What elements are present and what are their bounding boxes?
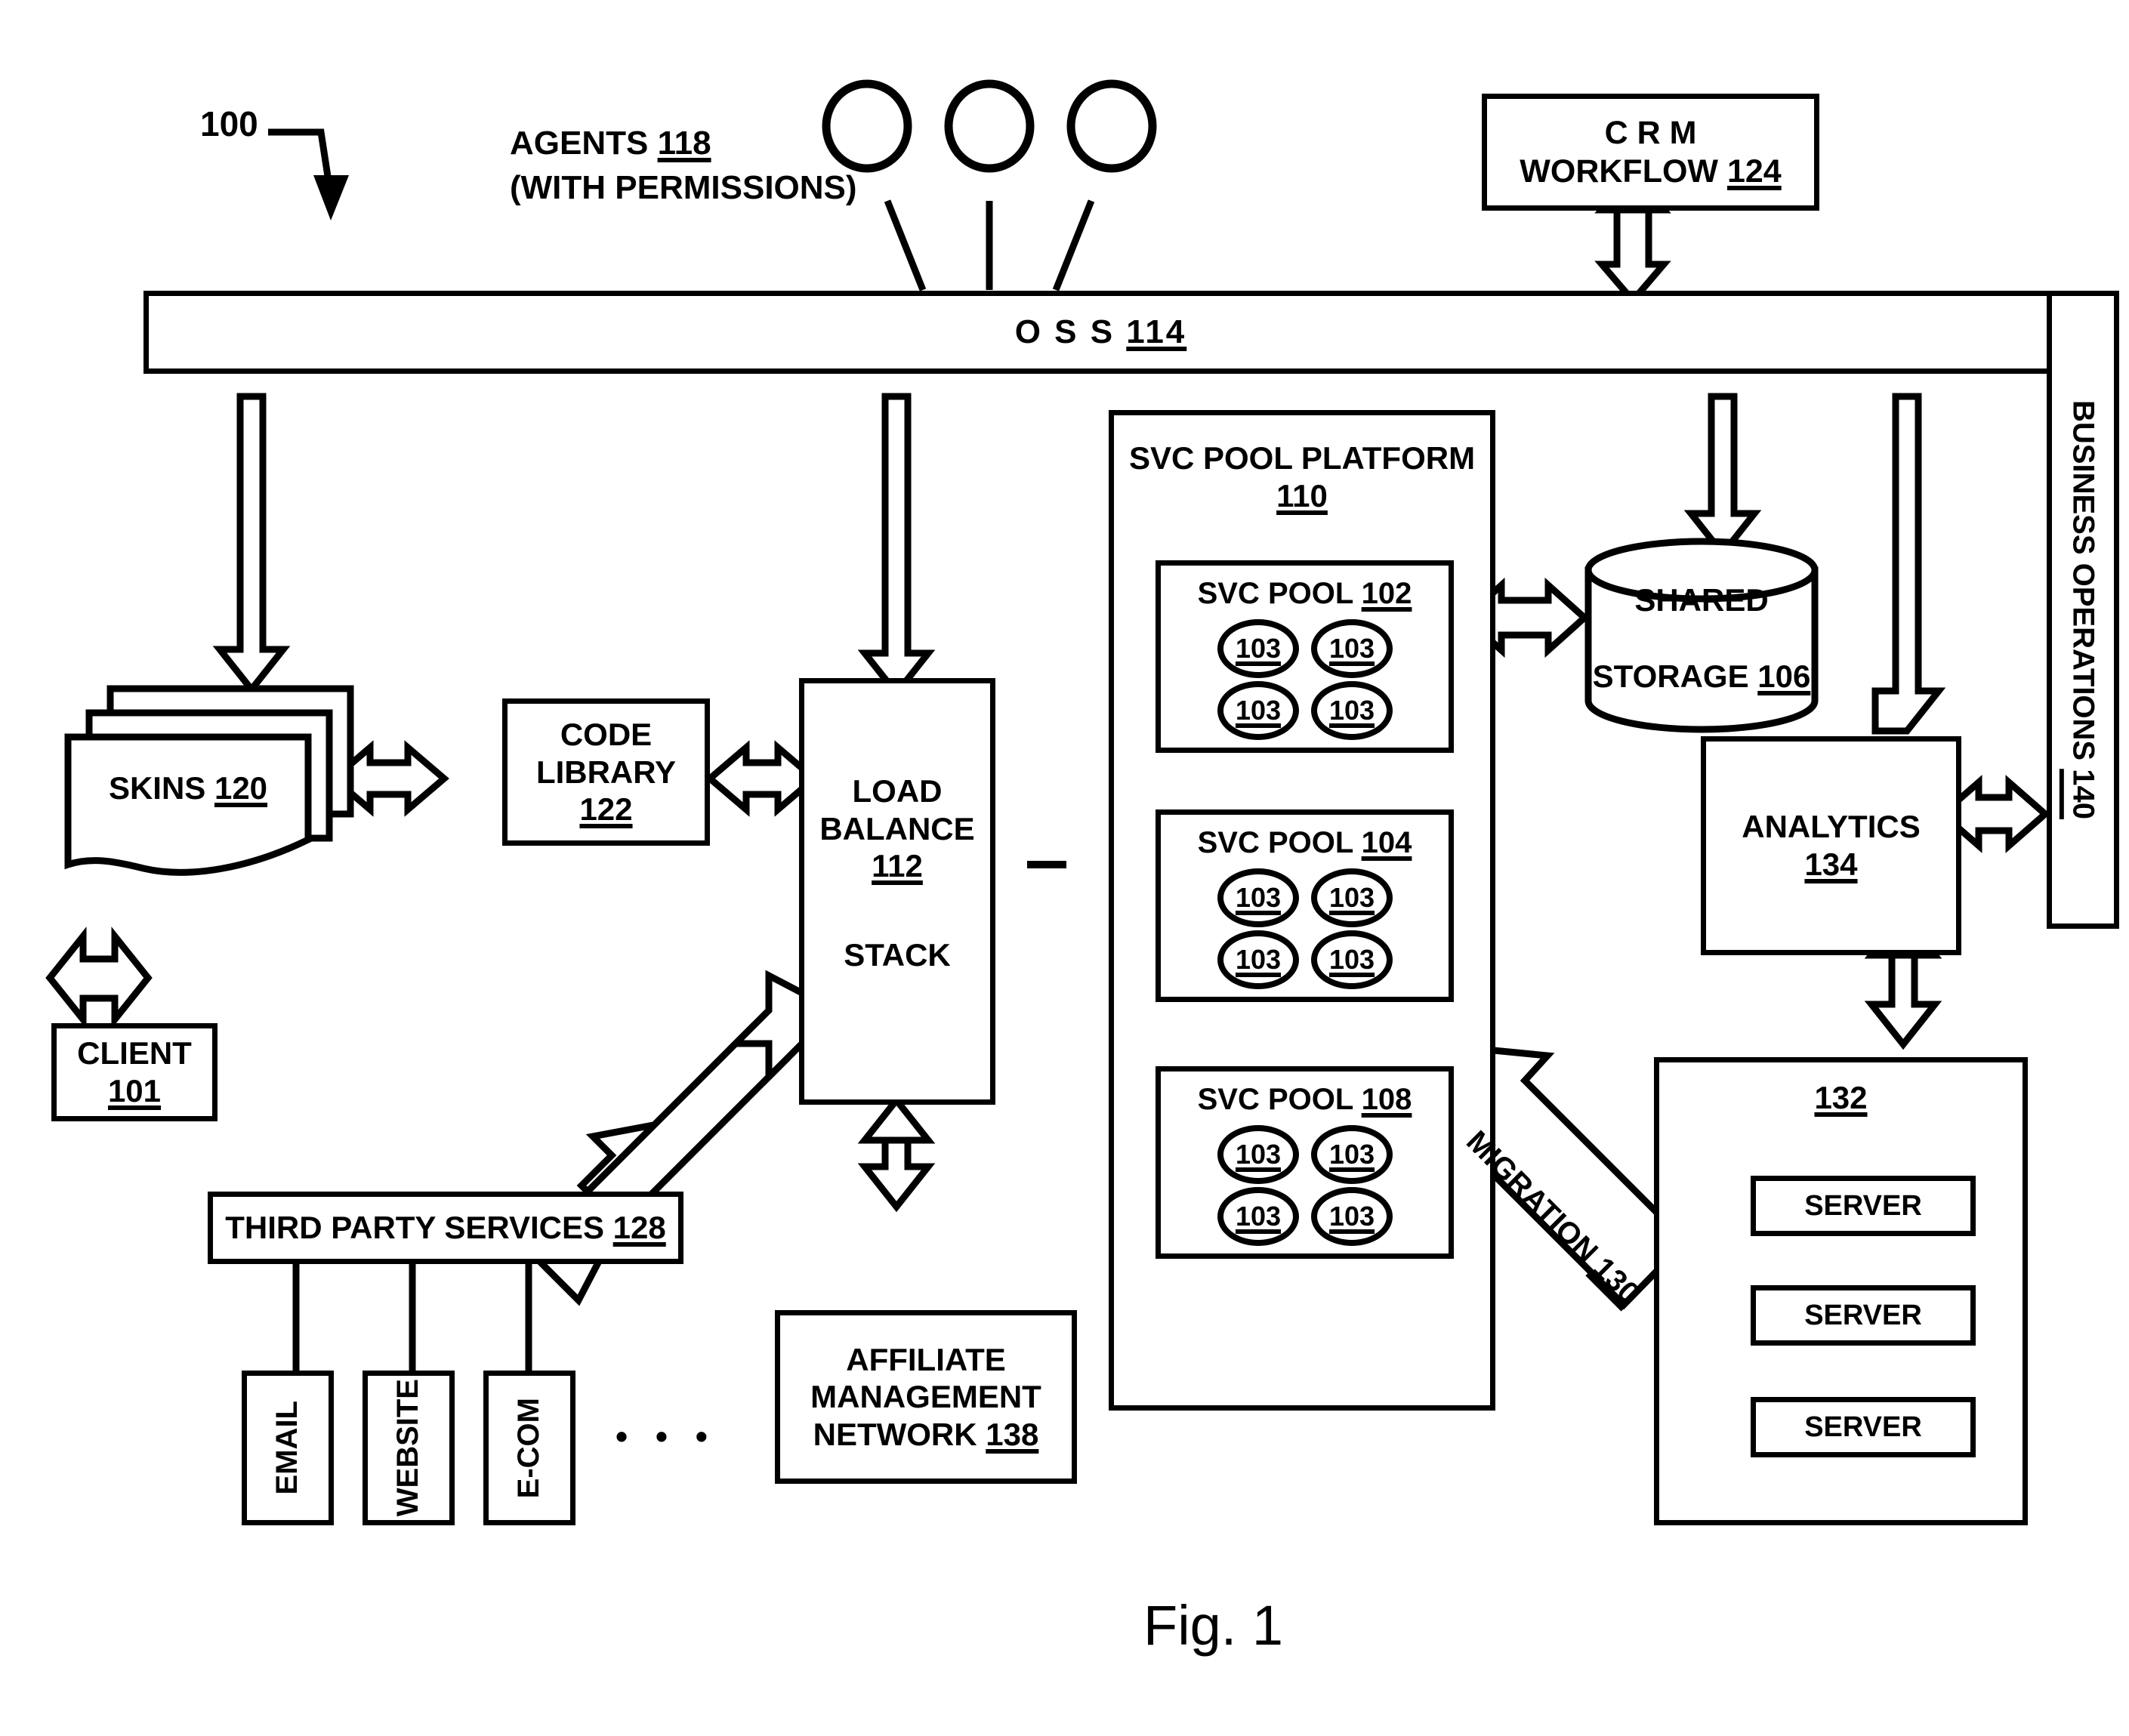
oss-label: O S S 114 [1014, 313, 1187, 351]
agent-circle-3 [1066, 79, 1157, 173]
arrow-oss-to-analytics [1871, 393, 1946, 735]
load-balance-line1: LOAD [852, 773, 943, 809]
code-library-line1: CODE [560, 717, 653, 753]
svc-pool-102-nodes: 103 103 103 103 [1217, 619, 1399, 740]
crm-workflow-line1: C R M [1604, 114, 1697, 151]
analytics-label: ANALYTICS [1742, 809, 1921, 845]
server-label: SERVER [1804, 1189, 1922, 1222]
crm-workflow-line2: WORKFLOW 124 [1520, 153, 1782, 190]
ref-100-arrowhead [313, 175, 349, 220]
svc-node-103[interactable]: 103 [1311, 868, 1393, 927]
patent-figure-1: 100 AGENTS 118 (WITH PERMISSIONS) C R M … [0, 0, 2129, 1736]
shared-storage-label-wrap[interactable]: SHARED STORAGE 106 [1588, 581, 1815, 695]
skins-label: SKINS 120 [108, 770, 268, 806]
svc-node-103[interactable]: 103 [1311, 1187, 1393, 1246]
svc-pool-platform-ref: 110 [1276, 477, 1328, 513]
client-box[interactable]: CLIENT 101 [51, 1023, 218, 1121]
affiliate-line2: MANAGEMENT [810, 1379, 1041, 1415]
load-balance-box[interactable]: LOAD BALANCE 112 STACK [799, 678, 995, 1105]
svc-node-103[interactable]: 103 [1311, 930, 1393, 989]
third-party-label: THIRD PARTY SERVICES 128 [225, 1210, 666, 1246]
affiliate-line1: AFFILIATE [846, 1341, 1006, 1377]
business-operations-box[interactable]: BUSINESS OPERATIONS 140 [2047, 291, 2119, 929]
server-label: SERVER [1804, 1299, 1922, 1331]
code-library-line2: LIBRARY [535, 754, 677, 790]
code-library-box[interactable]: CODE LIBRARY 122 [502, 698, 710, 846]
svc-node-103[interactable]: 103 [1311, 619, 1393, 678]
load-balance-stack: STACK [844, 936, 951, 973]
agents-label: AGENTS 118 (WITH PERMISSIONS) [510, 121, 857, 211]
figure-caption: Fig. 1 [1143, 1594, 1284, 1657]
server-box-2[interactable]: SERVER [1751, 1285, 1976, 1346]
code-library-ref: 122 [579, 791, 633, 828]
svc-node-103[interactable]: 103 [1311, 681, 1393, 740]
skins-label-wrap[interactable]: SKINS 120 [68, 770, 308, 806]
website-label: WEBSITE [391, 1379, 425, 1517]
arrow-loadbalance-to-affiliate [857, 1094, 936, 1213]
analytics-ref: 134 [1804, 846, 1858, 882]
agents-line1: AGENTS 118 [510, 125, 711, 162]
svc-node-103[interactable]: 103 [1311, 1125, 1393, 1184]
server-box-3[interactable]: SERVER [1751, 1397, 1976, 1457]
agents-line2: (WITH PERMISSIONS) [510, 169, 857, 207]
svc-pool-102-label: SVC POOL 102 [1197, 577, 1412, 610]
arrow-oss-to-shared-storage [1683, 393, 1762, 560]
analytics-box[interactable]: ANALYTICS 134 [1701, 736, 1961, 955]
svc-pool-104-label: SVC POOL 104 [1197, 826, 1412, 859]
business-operations-label: BUSINESS OPERATIONS 140 [2066, 400, 2100, 819]
svc-node-103[interactable]: 103 [1217, 1187, 1299, 1246]
crm-workflow-box[interactable]: C R M WORKFLOW 124 [1482, 94, 1819, 211]
arrow-thirdparty-to-loadbalance [576, 1121, 658, 1202]
svc-node-103[interactable]: 103 [1217, 619, 1299, 678]
shared-storage-line1: SHARED [1634, 582, 1769, 618]
server-group-ref: 132 [1814, 1080, 1868, 1115]
agent-connector-lines [884, 199, 1095, 291]
client-ref: 101 [107, 1073, 162, 1109]
svc-node-103[interactable]: 103 [1217, 1125, 1299, 1184]
system-ref-100: 100 [200, 104, 258, 143]
affiliate-line3: NETWORK 138 [813, 1416, 1039, 1452]
svc-pool-108-label: SVC POOL 108 [1197, 1083, 1412, 1116]
svc-node-103[interactable]: 103 [1217, 681, 1299, 740]
thirdparty-stems [292, 1264, 532, 1374]
oss-bar[interactable]: O S S 114 [143, 291, 2058, 374]
svc-node-103[interactable]: 103 [1217, 930, 1299, 989]
third-party-child-email[interactable]: EMAIL [242, 1371, 334, 1525]
third-party-ellipsis: • • • [616, 1417, 717, 1456]
shared-storage-line2: STORAGE 106 [1592, 658, 1811, 694]
third-party-services-box[interactable]: THIRD PARTY SERVICES 128 [208, 1192, 683, 1264]
server-label: SERVER [1804, 1411, 1922, 1443]
svc-pool-platform-label: SVC POOL PLATFORM [1128, 440, 1476, 476]
arrow-oss-to-loadbalance [857, 393, 936, 699]
svc-pool-108-nodes: 103 103 103 103 [1217, 1125, 1399, 1246]
server-box-1[interactable]: SERVER [1751, 1176, 1976, 1236]
agent-circle-2 [944, 79, 1035, 173]
email-label: EMAIL [270, 1401, 304, 1495]
svc-pool-104-nodes: 103 103 103 103 [1217, 868, 1399, 989]
ref-100-leader [268, 128, 332, 182]
ecom-label: E-COM [512, 1397, 546, 1499]
affiliate-network-box[interactable]: AFFILIATE MANAGEMENT NETWORK 138 [775, 1310, 1077, 1484]
third-party-child-website[interactable]: WEBSITE [363, 1371, 455, 1525]
arrow-oss-to-skins [212, 393, 291, 695]
client-label: CLIENT [77, 1035, 192, 1072]
arrow-skins-to-client [45, 927, 153, 1029]
arrow-skins-to-codelibrary [329, 740, 449, 817]
load-balance-line2: BALANCE [819, 810, 975, 846]
svc-node-103[interactable]: 103 [1217, 868, 1299, 927]
third-party-child-ecom[interactable]: E-COM [483, 1371, 575, 1525]
load-balance-ref: 112 [872, 848, 923, 884]
